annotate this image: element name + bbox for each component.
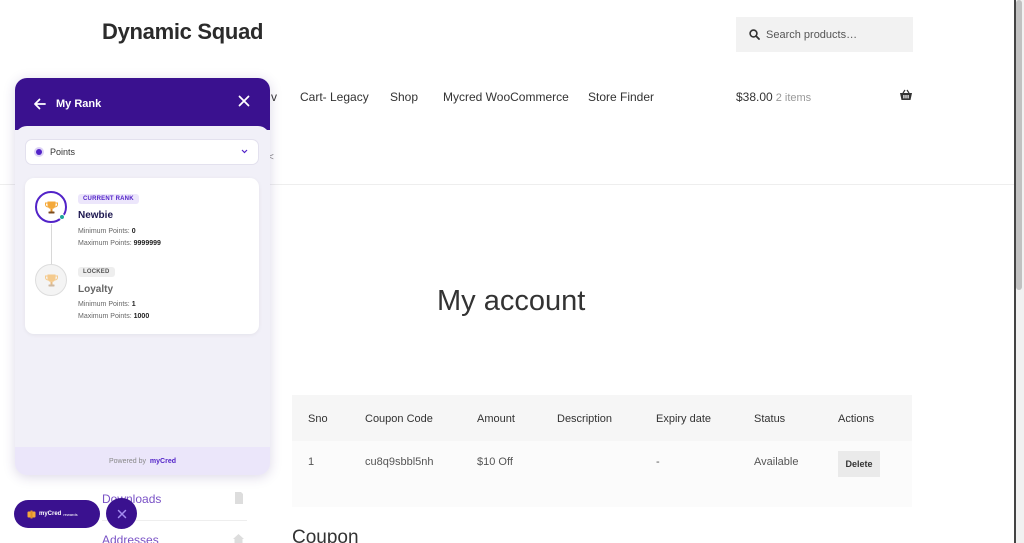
window-edge [1014,0,1016,543]
table-header-row: Sno Coupon Code Amount Description Expir… [292,395,912,441]
home-icon [233,534,244,543]
site-title[interactable]: Dynamic Squad [102,19,263,45]
table-row: 1 cu8q9sbbl5nh $10 Off - Available Delet… [292,441,912,507]
points-dot-icon [36,149,42,155]
rank-panel-header: My Rank [15,78,270,130]
close-icon[interactable] [238,95,250,107]
account-nav-addresses[interactable]: Addresses [102,533,159,543]
rank-connector-line [51,224,52,268]
scrollbar-thumb[interactable] [1016,0,1022,290]
column-header-actions: Actions [838,413,875,425]
rank-name: Newbie [78,210,114,221]
search-box [736,17,913,52]
rank-min-points: Minimum Points: 0 [78,228,136,235]
column-header-coupon-code: Coupon Code [365,413,433,425]
rank-min-points: Minimum Points: 1 [78,301,136,308]
rank-status-tag: CURRENT RANK [78,194,139,204]
close-panel-button[interactable] [106,498,137,529]
column-header-amount: Amount [477,413,515,425]
chevron-down-icon [241,149,248,154]
search-input[interactable] [766,28,906,41]
cell-amount: $10 Off [477,456,513,468]
points-select-value: Points [50,147,76,157]
rank-badge-locked [35,264,67,296]
nav-item-partial[interactable]: v [271,90,277,104]
powered-by-text: Powered by [109,457,146,465]
search-icon [749,29,760,40]
coupon-table: Sno Coupon Code Amount Description Expir… [292,395,912,507]
back-arrow-icon[interactable] [33,98,46,110]
rank-panel-title: My Rank [56,98,102,110]
nav-item-shop[interactable]: Shop [390,90,418,104]
powered-by-footer: Powered by myCred [15,447,270,475]
page-title: My account [437,285,586,317]
mycred-logo-subtext: rewards [63,511,78,517]
column-header-description: Description [557,413,613,425]
trophy-icon [44,201,58,213]
cart-summary[interactable]: $38.00 2 items [736,90,811,104]
cell-status: Available [754,456,799,468]
rank-max-points: Maximum Points: 9999999 [78,240,161,247]
column-header-status: Status [754,413,786,425]
rank-list-card: CURRENT RANK Newbie Minimum Points: 0 Ma… [25,178,259,334]
rank-panel: My Rank Points CURRENT RANK Newbie Minim… [15,78,270,475]
current-rank-indicator [59,214,65,220]
rank-status-tag: LOCKED [78,267,115,277]
cell-coupon-code: cu8q9sbbl5nh [365,456,434,468]
delete-coupon-button[interactable]: Delete [838,451,880,477]
nav-item-mycred-woocommerce[interactable]: Mycred WooCommerce [443,90,569,104]
cart-amount: $38.00 [736,90,773,104]
rank-name: Loyalty [78,284,114,295]
close-icon [117,509,126,518]
mycred-launcher-button[interactable]: myCred rewards [14,500,100,528]
nav-item-cart-legacy[interactable]: Cart- Legacy [300,90,369,104]
mycred-logo-icon [27,510,36,518]
basket-icon[interactable] [899,89,913,101]
cell-expiry: - [656,456,660,468]
cart-item-count: 2 items [775,92,812,104]
file-icon [235,492,243,504]
cell-sno: 1 [308,456,315,468]
powered-by-brand[interactable]: myCred [150,458,176,465]
column-header-expiry-date: Expiry date [656,413,712,425]
mycred-logo-text: myCred [39,511,62,517]
points-type-select[interactable]: Points [25,139,259,165]
rank-max-points: Maximum Points: 1000 [78,313,150,320]
coupon-heading: Coupon [292,527,359,543]
nav-item-store-finder[interactable]: Store Finder [588,90,654,104]
column-header-sno: Sno [308,413,328,425]
trophy-icon [44,274,58,286]
